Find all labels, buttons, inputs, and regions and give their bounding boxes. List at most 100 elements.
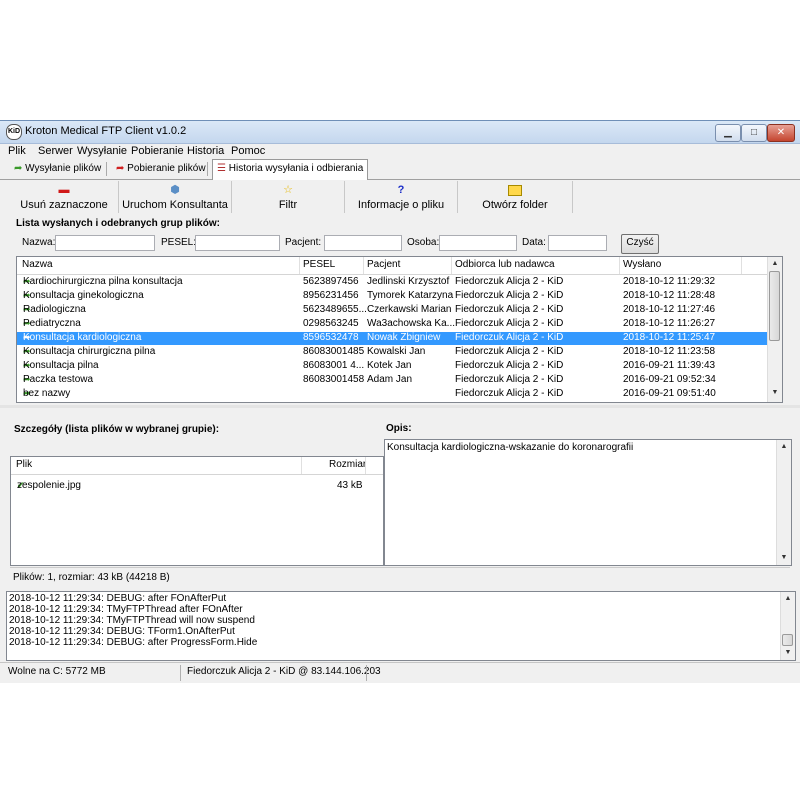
description-text: Konsultacja kardiologiczna-wskazanie do … <box>387 442 634 453</box>
details-file-list[interactable]: Plik Rozmiar ✔ zespolenie.jpg 43 kB <box>10 456 384 566</box>
details-summary-bar: Plików: 1, rozmiar: 43 kB (44218 B) <box>10 567 790 586</box>
table-row[interactable]: ➦ Konsultacja chirurgiczna pilna 8608300… <box>17 346 767 359</box>
groups-list-scrollbar[interactable]: ▲ ▼ <box>767 257 782 402</box>
column-header-party[interactable]: Odbiorca lub nadawca <box>455 259 555 270</box>
scroll-up-icon[interactable]: ▲ <box>781 592 795 606</box>
row-sent: 2018-10-12 11:29:32 <box>623 276 716 287</box>
column-divider[interactable] <box>365 457 366 474</box>
log-line: 2018-10-12 11:29:34: DEBUG: after Progre… <box>9 637 258 648</box>
table-row[interactable]: ➦ bez nazwy Fiedorczuk Alicja 2 - KiD 20… <box>17 388 767 401</box>
column-divider[interactable] <box>619 257 620 274</box>
clear-filters-button[interactable]: Czyść <box>621 234 659 254</box>
column-header-name[interactable]: Nazwa <box>22 259 53 270</box>
table-row[interactable]: ➦ Pediatryczna 0298563245 Wa3achowska Ka… <box>17 318 767 331</box>
groups-list[interactable]: Nazwa PESEL Pacjent Odbiorca lub nadawca… <box>16 256 783 403</box>
row-patient: Kotek Jan <box>367 360 412 371</box>
menu-plik[interactable]: Plik <box>8 145 26 157</box>
panel-splitter[interactable] <box>0 405 800 408</box>
log-line: 2018-10-12 11:29:34: DEBUG: TForm1.OnAft… <box>9 626 235 637</box>
delete-selected-button[interactable]: ▬ Usuń zaznaczone <box>10 181 119 213</box>
connection-status: Fiedorczuk Alicja 2 - KiD @ 83.144.106.2… <box>187 666 381 677</box>
delete-icon: ▬ <box>58 184 70 196</box>
log-line: 2018-10-12 11:29:34: TMyFTPThread will n… <box>9 615 255 626</box>
column-header-sent[interactable]: Wysłano <box>623 259 661 270</box>
patient-filter-input[interactable] <box>324 235 402 251</box>
column-divider[interactable] <box>451 257 452 274</box>
row-pesel: 8956231456 <box>303 290 359 301</box>
menu-wysylanie[interactable]: Wysyłanie <box>77 145 127 157</box>
file-row[interactable]: ✔ zespolenie.jpg 43 kB <box>11 480 383 493</box>
close-button[interactable]: ✕ <box>767 124 795 142</box>
row-patient: Nowak Zbigniew <box>367 332 441 343</box>
column-divider[interactable] <box>299 257 300 274</box>
app-window: KiD Kroton Medical FTP Client v1.0.2 ▁ □… <box>0 120 800 683</box>
details-list-header: Plik Rozmiar <box>11 457 383 475</box>
cube-icon: ⬢ <box>170 184 180 196</box>
column-divider[interactable] <box>741 257 742 274</box>
row-sent: 2018-10-12 11:28:48 <box>623 290 716 301</box>
debug-log[interactable]: 2018-10-12 11:29:34: DEBUG: after FOnAft… <box>6 591 796 661</box>
status-bar: Wolne na C: 5772 MB Fiedorczuk Alicja 2 … <box>0 662 800 683</box>
column-divider[interactable] <box>363 257 364 274</box>
tab-strip: ➦ Wysyłanie plików ➦ Pobieranie plików ☰… <box>0 159 800 180</box>
description-scrollbar[interactable]: ▲ ▼ <box>776 440 791 565</box>
scroll-down-icon[interactable]: ▼ <box>768 386 782 400</box>
log-scrollbar[interactable]: ▲ ▼ <box>780 592 795 660</box>
menu-serwer[interactable]: Serwer <box>38 145 73 157</box>
run-consultant-button[interactable]: ⬢ Uruchom Konsultanta <box>119 181 232 213</box>
filter-button[interactable]: ☆ Filtr <box>232 181 345 213</box>
row-party: Fiedorczuk Alicja 2 - KiD <box>455 346 564 357</box>
row-patient: Kowalski Jan <box>367 346 426 357</box>
column-header-pesel[interactable]: PESEL <box>303 259 335 270</box>
row-patient: Czerkawski Marian <box>367 304 452 315</box>
window-title: Kroton Medical FTP Client v1.0.2 <box>25 125 187 137</box>
scroll-up-icon[interactable]: ▲ <box>777 440 791 454</box>
tab-pobieranie[interactable]: ➦ Pobieranie plików <box>112 160 210 178</box>
date-filter-input[interactable] <box>548 235 607 251</box>
tab-wysylanie[interactable]: ➦ Wysyłanie plików <box>10 160 105 178</box>
table-row[interactable]: ➦ Radiologiczna 5623489655... Czerkawski… <box>17 304 767 317</box>
free-space-status: Wolne na C: 5772 MB <box>8 666 106 677</box>
maximize-button[interactable]: □ <box>741 124 767 142</box>
row-party: Fiedorczuk Alicja 2 - KiD <box>455 360 564 371</box>
table-row-selected[interactable]: ➦ Konsultacja kardiologiczna 8596532478 … <box>17 332 767 345</box>
scroll-up-icon[interactable]: ▲ <box>768 257 782 271</box>
menu-pobieranie[interactable]: Pobieranie <box>131 145 184 157</box>
person-filter-input[interactable] <box>439 235 517 251</box>
run-consultant-label: Uruchom Konsultanta <box>122 199 228 211</box>
file-info-button[interactable]: ? Informacje o pliku <box>345 181 458 213</box>
scroll-down-icon[interactable]: ▼ <box>781 646 795 660</box>
scroll-thumb[interactable] <box>782 634 793 646</box>
table-row[interactable]: ➦ Kardiochirurgiczna pilna konsultacja 5… <box>17 276 767 289</box>
description-section-title: Opis: <box>386 423 412 434</box>
row-patient: Adam Jan <box>367 374 413 385</box>
row-pesel: 0298563245 <box>303 318 359 329</box>
scroll-down-icon[interactable]: ▼ <box>777 551 791 565</box>
row-name: Konsultacja chirurgiczna pilna <box>23 346 156 357</box>
column-header-size[interactable]: Rozmiar <box>329 459 366 470</box>
scroll-thumb[interactable] <box>769 271 780 341</box>
name-filter-input[interactable] <box>55 235 155 251</box>
row-party: Fiedorczuk Alicja 2 - KiD <box>455 332 564 343</box>
menu-historia[interactable]: Historia <box>187 145 224 157</box>
open-folder-button[interactable]: Otwórz folder <box>458 181 573 213</box>
description-textarea[interactable]: Konsultacja kardiologiczna-wskazanie do … <box>384 439 792 566</box>
column-header-patient[interactable]: Pacjent <box>367 259 400 270</box>
title-bar: KiD Kroton Medical FTP Client v1.0.2 ▁ □… <box>0 121 800 144</box>
details-summary: Plików: 1, rozmiar: 43 kB (44218 B) <box>13 572 170 583</box>
minimize-button[interactable]: ▁ <box>715 124 741 142</box>
table-row[interactable]: ➦ Konsultacja ginekologiczna 8956231456 … <box>17 290 767 303</box>
menu-pomoc[interactable]: Pomoc <box>231 145 265 157</box>
row-name: Konsultacja ginekologiczna <box>23 290 144 301</box>
pesel-filter-label: PESEL: <box>161 237 197 248</box>
column-divider[interactable] <box>301 457 302 474</box>
tab-historia[interactable]: ☰ Historia wysyłania i odbierania <box>212 159 369 180</box>
table-row[interactable]: ➦ Konsultacja pilna 86083001 4... Kotek … <box>17 360 767 373</box>
row-sent: 2016-09-21 09:52:34 <box>623 374 716 385</box>
table-row[interactable]: ➦ Paczka testowa 86083001458 Adam Jan Fi… <box>17 374 767 387</box>
row-party: Fiedorczuk Alicja 2 - KiD <box>455 290 564 301</box>
row-patient: Wa3achowska Ka... <box>367 318 456 329</box>
row-name: Konsultacja pilna <box>23 360 99 371</box>
column-header-file[interactable]: Plik <box>16 459 32 470</box>
pesel-filter-input[interactable] <box>195 235 280 251</box>
